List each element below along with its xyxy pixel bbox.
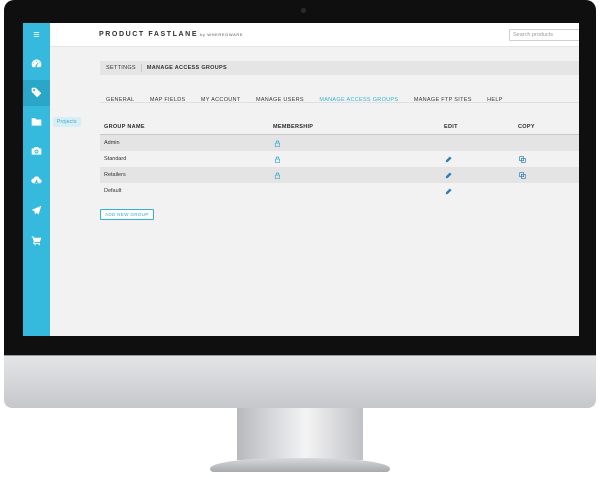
group-name: Retailers <box>104 172 126 178</box>
table-row: Default <box>100 183 579 199</box>
copy-icon[interactable] <box>518 155 526 163</box>
camera-icon[interactable] <box>29 143 44 158</box>
group-name: Admin <box>104 140 120 146</box>
header-edit: EDIT <box>444 124 458 130</box>
tab-my-account[interactable]: MY ACCOUNT <box>201 95 241 105</box>
access-groups-table: GROUP NAME MEMBERSHIP EDIT COPY Admin St… <box>100 119 579 199</box>
monitor-stand-foot <box>210 458 390 472</box>
group-name: Standard <box>104 156 127 162</box>
brand-by: by WHEREOWARE <box>200 32 244 37</box>
header-copy: COPY <box>518 124 535 130</box>
monitor-chin <box>4 355 596 408</box>
tabs-divider <box>100 102 579 103</box>
cart-icon[interactable] <box>29 233 44 248</box>
settings-tabs: GENERAL MAP FIELDS MY ACCOUNT MANAGE USE… <box>106 88 514 103</box>
cloud-download-icon[interactable] <box>29 173 44 188</box>
header-group-name: GROUP NAME <box>104 124 145 130</box>
group-name: Default <box>104 188 122 194</box>
pencil-icon[interactable] <box>444 171 452 179</box>
projects-tooltip: Projects <box>53 117 81 127</box>
tab-manage-ftp-sites[interactable]: MANAGE FTP SITES <box>414 95 472 105</box>
tab-manage-access-groups[interactable]: MANAGE ACCESS GROUPS <box>319 95 398 105</box>
hamburger-menu-icon[interactable]: ≡ <box>23 23 50 47</box>
lock-icon[interactable] <box>273 139 281 147</box>
table-row: Retailers <box>100 167 579 183</box>
camera-dot <box>301 8 306 13</box>
breadcrumb-settings[interactable]: SETTINGS <box>106 65 136 71</box>
tab-help[interactable]: HELP <box>487 95 503 105</box>
folder-icon[interactable] <box>29 114 44 129</box>
top-bar: PRODUCT FASTLANE by WHEREOWARE <box>50 23 579 47</box>
add-new-group-button[interactable]: ADD NEW GROUP <box>100 209 154 220</box>
breadcrumb: SETTINGS MANAGE ACCESS GROUPS <box>100 61 579 75</box>
brand-name: PRODUCT FASTLANE <box>99 31 199 38</box>
monitor-stand-neck <box>237 408 363 460</box>
sidebar: ≡ <box>23 23 50 336</box>
table-header: GROUP NAME MEMBERSHIP EDIT COPY <box>100 119 579 135</box>
pencil-icon[interactable] <box>444 155 452 163</box>
copy-icon[interactable] <box>518 171 526 179</box>
breadcrumb-current: MANAGE ACCESS GROUPS <box>146 65 227 71</box>
header-membership: MEMBERSHIP <box>273 124 314 130</box>
tag-icon[interactable] <box>29 85 44 100</box>
app-screen: ≡ Projects PRODUCT FASTLANE by WHEREOWARE <box>23 23 579 336</box>
tab-map-fields[interactable]: MAP FIELDS <box>150 95 186 105</box>
paper-plane-icon[interactable] <box>29 203 44 218</box>
pencil-icon[interactable] <box>444 187 452 195</box>
brand-logo: PRODUCT FASTLANE by WHEREOWARE <box>99 31 243 38</box>
lock-icon[interactable] <box>273 171 281 179</box>
tab-general[interactable]: GENERAL <box>106 95 134 105</box>
table-row: Admin <box>100 135 579 151</box>
tab-manage-users[interactable]: MANAGE USERS <box>256 95 304 105</box>
search-input[interactable] <box>509 29 579 41</box>
lock-icon[interactable] <box>273 155 281 163</box>
breadcrumb-separator <box>140 63 142 72</box>
dashboard-icon[interactable] <box>29 56 44 71</box>
table-row: Standard <box>100 151 579 167</box>
